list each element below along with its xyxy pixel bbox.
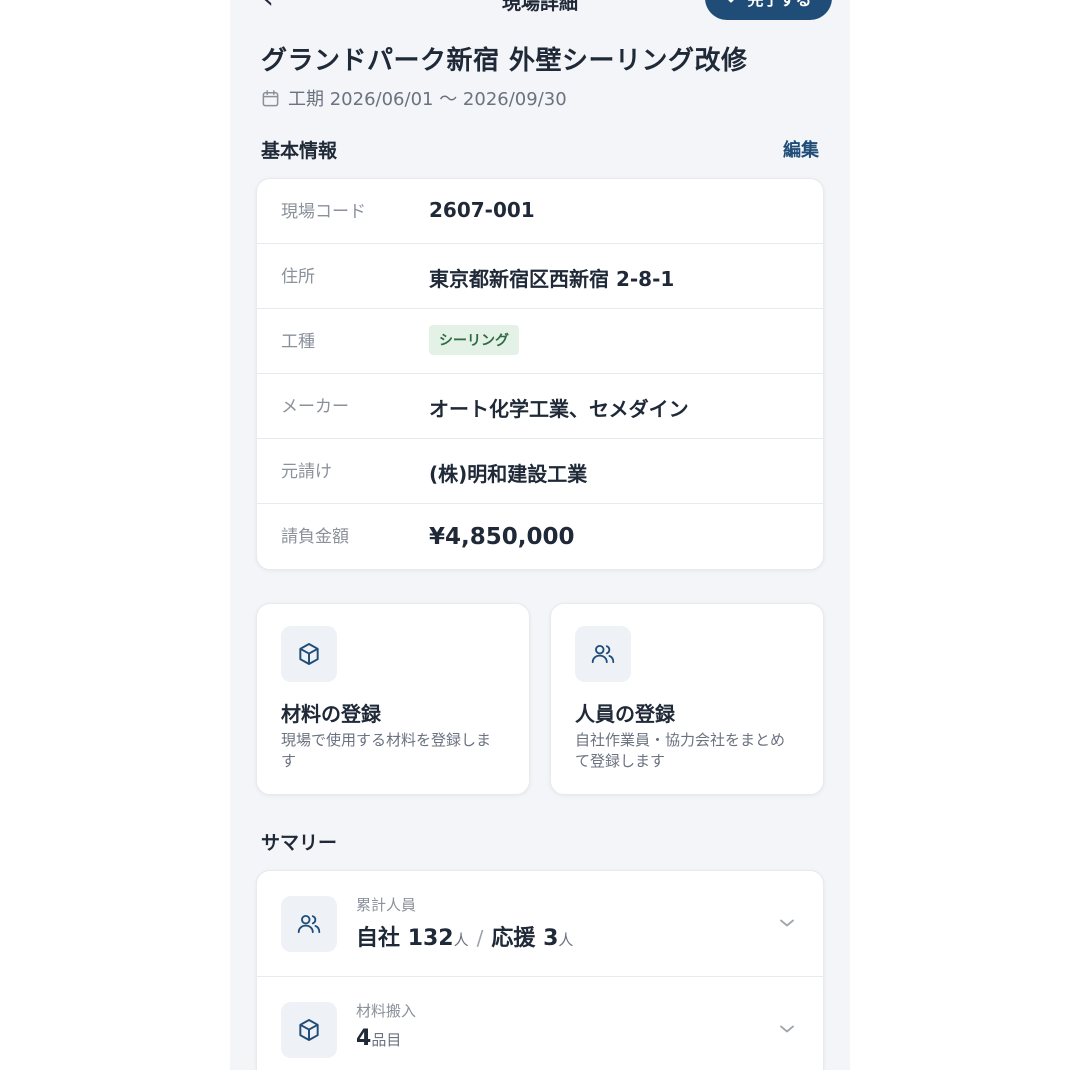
separator: /	[476, 926, 484, 950]
support-label: 応援	[491, 926, 536, 951]
action-title: 人員の登録	[575, 702, 675, 726]
support-count: 3	[543, 926, 559, 951]
summary-row-materials[interactable]: 材料搬入 4品目	[257, 977, 823, 1070]
own-label: 自社	[356, 926, 401, 951]
register-materials-card[interactable]: 材料の登録 現場で使用する材料を登録します	[256, 603, 530, 795]
box-icon	[299, 1019, 319, 1041]
box-icon-container	[281, 626, 337, 682]
info-row-contract-amount: 請負金額 ¥4,850,000	[257, 504, 823, 569]
calendar-icon	[262, 89, 279, 106]
info-value: 2607-001	[429, 198, 535, 222]
people-icon-container	[575, 626, 631, 682]
material-unit: 品目	[371, 1031, 402, 1049]
info-row-site-code: 現場コード 2607-001	[257, 179, 823, 244]
box-icon	[299, 643, 319, 665]
period-text: 工期 2026/06/01 〜 2026/09/30	[288, 89, 567, 110]
chevron-down-icon[interactable]	[777, 1019, 797, 1039]
summary-value: 4品目	[356, 1026, 401, 1051]
info-value: ¥4,850,000	[429, 524, 575, 550]
info-value: オート化学工業、セメダイン	[429, 397, 689, 421]
info-value: (株)明和建設工業	[429, 462, 588, 486]
summary-value: 自社 132人 / 応援 3人	[356, 920, 573, 952]
info-label: 工種	[281, 332, 315, 352]
top-nav: ‹ 現場詳細 完了する	[230, 0, 850, 20]
info-label: 請負金額	[281, 527, 349, 547]
people-icon	[591, 644, 615, 664]
summary-row-people[interactable]: 累計人員 自社 132人 / 応援 3人	[257, 871, 823, 977]
info-label: 住所	[281, 267, 315, 287]
screen: ‹ 現場詳細 完了する グランドパーク新宿 外壁シーリング改修 工期 2026/…	[230, 0, 850, 1070]
info-label: 現場コード	[281, 202, 366, 222]
register-personnel-card[interactable]: 人員の登録 自社作業員・協力会社をまとめて登録します	[550, 603, 824, 795]
box-icon-container	[281, 1002, 337, 1058]
action-description: 現場で使用する材料を登録します	[281, 731, 492, 770]
material-count: 4	[356, 1026, 372, 1051]
info-row-maker: メーカー オート化学工業、セメダイン	[257, 374, 823, 439]
info-value: 東京都新宿区西新宿 2-8-1	[429, 267, 675, 291]
check-icon	[728, 0, 735, 3]
info-row-address: 住所 東京都新宿区西新宿 2-8-1	[257, 244, 823, 309]
action-title: 材料の登録	[281, 702, 381, 726]
action-description: 自社作業員・協力会社をまとめて登録します	[575, 731, 786, 770]
site-title: グランドパーク新宿 外壁シーリング改修	[261, 46, 748, 76]
basic-info-heading: 基本情報	[261, 140, 338, 162]
chevron-down-icon[interactable]	[777, 913, 797, 933]
summary-card: 累計人員 自社 132人 / 応援 3人 材料搬入 4品目	[256, 870, 824, 1070]
info-row-contractor: 元請け (株)明和建設工業	[257, 439, 823, 504]
info-row-work-type: 工種 シーリング	[257, 309, 823, 374]
people-icon	[297, 914, 321, 934]
people-unit: 人	[558, 931, 574, 949]
own-count: 132	[407, 926, 454, 951]
info-label: 元請け	[281, 462, 332, 482]
edit-link[interactable]: 編集	[783, 136, 819, 162]
construction-period: 工期 2026/06/01 〜 2026/09/30	[261, 85, 567, 111]
people-unit: 人	[453, 931, 469, 949]
summary-heading: サマリー	[261, 832, 338, 854]
info-label: メーカー	[281, 397, 349, 417]
work-type-tag: シーリング	[429, 325, 519, 355]
done-button-label: 完了する	[747, 0, 811, 10]
done-button[interactable]: 完了する	[705, 0, 832, 20]
basic-info-card: 現場コード 2607-001 住所 東京都新宿区西新宿 2-8-1 工種 シーリ…	[256, 178, 824, 570]
summary-label: 材料搬入	[356, 1002, 417, 1020]
summary-label: 累計人員	[356, 896, 417, 914]
people-icon-container	[281, 896, 337, 952]
